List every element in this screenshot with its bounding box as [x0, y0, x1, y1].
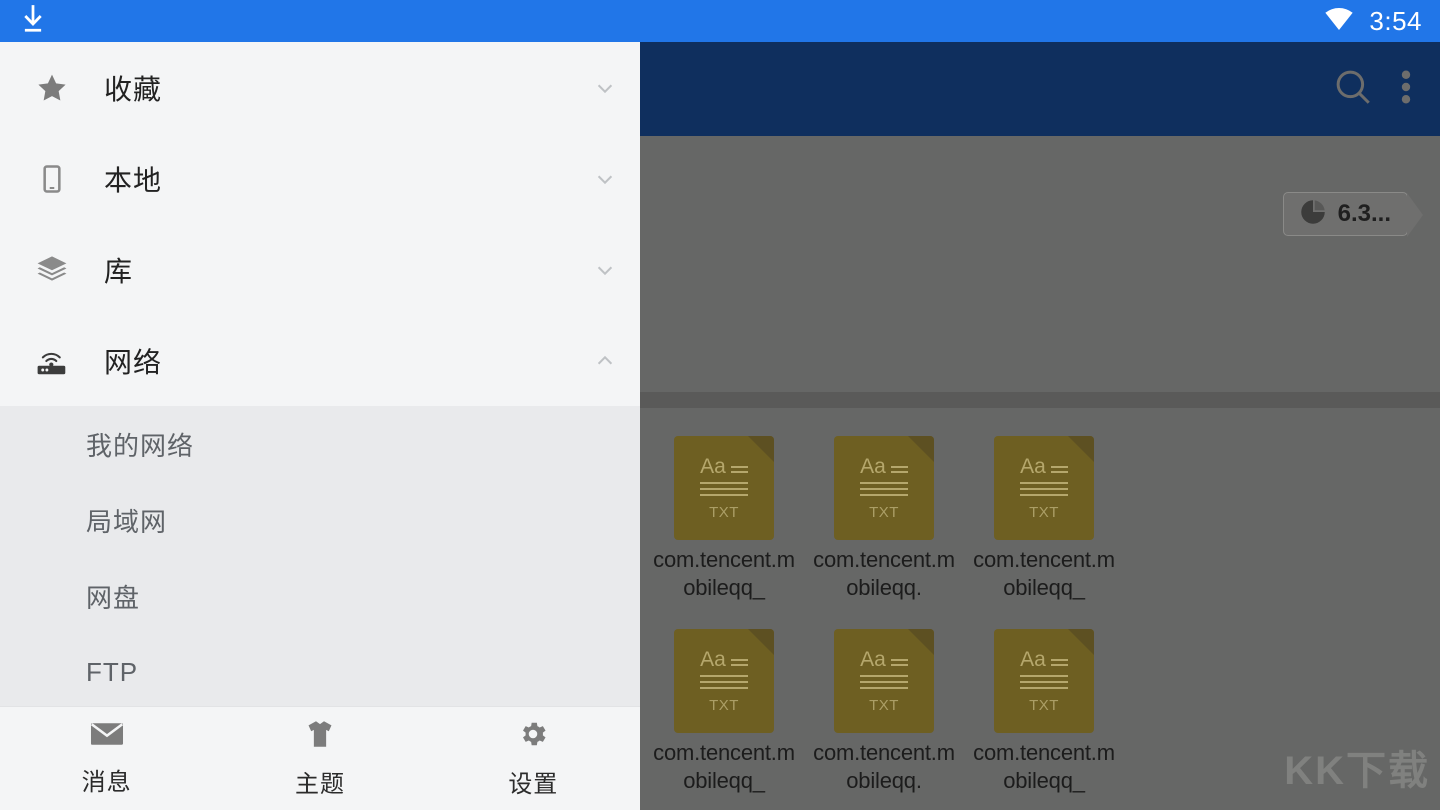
- envelope-icon: [90, 720, 124, 753]
- sidebar-item-favorites[interactable]: 收藏: [0, 42, 640, 133]
- file-name-label: com.tencent.mobileqq_: [653, 740, 795, 794]
- file-extension-label: TXT: [869, 696, 899, 714]
- file-name-label: com.tencent.mobileqq.: [813, 740, 955, 794]
- router-icon: [30, 344, 74, 378]
- file-name-label: com.tencent.mobileqq_: [973, 740, 1115, 794]
- file-name-label: com.tencent.mobileqq_: [653, 547, 795, 601]
- bottom-bar-item-settings[interactable]: 设置: [427, 718, 640, 799]
- file-item[interactable]: AaTXT com.tencent.mobileqq.: [804, 436, 964, 617]
- wifi-icon: [1323, 6, 1355, 37]
- bottom-bar-item-theme[interactable]: 主题: [213, 718, 426, 799]
- sidebar-item-library[interactable]: 库: [0, 224, 640, 315]
- file-extension-label: TXT: [1029, 503, 1059, 521]
- file-item[interactable]: AaTXT com.tencent.mobileqq_: [644, 629, 804, 810]
- txt-file-icon: AaTXT: [674, 436, 774, 540]
- sidebar-item-label: 网络: [104, 346, 163, 378]
- file-extension-label: TXT: [709, 696, 739, 714]
- file-item[interactable]: AaTXT com.tencent.mobileqq_: [964, 436, 1124, 617]
- file-name-label: com.tencent.mobileqq.: [813, 547, 955, 601]
- more-vertical-icon[interactable]: [1400, 66, 1412, 113]
- search-icon[interactable]: [1332, 66, 1374, 113]
- storage-usage-text: 6.3...: [1337, 200, 1391, 227]
- sidebar-item-label: 收藏: [104, 73, 163, 105]
- tshirt-icon: [304, 718, 336, 755]
- drawer-scroll-area[interactable]: 收藏 本地 库 网络 我的网络 局域网 网盘 FTP: [0, 42, 640, 706]
- layers-icon: [30, 253, 74, 287]
- txt-file-icon: AaTXT: [834, 629, 934, 733]
- clock: 3:54: [1369, 5, 1422, 36]
- download-icon: [20, 4, 46, 39]
- bottom-bar-label: 主题: [294, 771, 345, 798]
- file-extension-label: TXT: [869, 503, 899, 521]
- sidebar-subitem[interactable]: 我的网络: [0, 406, 640, 482]
- sidebar-subitem[interactable]: FTP: [0, 634, 640, 706]
- sidebar-item-local[interactable]: 本地: [0, 133, 640, 224]
- chevron-down-icon[interactable]: [592, 168, 618, 190]
- phone-icon: [30, 163, 74, 195]
- file-item[interactable]: AaTXT com.tencent.mobileqq.: [804, 629, 964, 810]
- navigation-drawer: 收藏 本地 库 网络 我的网络 局域网 网盘 FTP 消息 主题 设置: [0, 42, 640, 810]
- chevron-up-icon[interactable]: [592, 350, 618, 372]
- bottom-bar-label: 设置: [508, 771, 559, 798]
- sidebar-subitem[interactable]: 局域网: [0, 482, 640, 558]
- txt-file-icon: AaTXT: [994, 436, 1094, 540]
- txt-file-icon: AaTXT: [834, 436, 934, 540]
- gear-icon: [517, 718, 549, 755]
- chevron-down-icon[interactable]: [592, 259, 618, 281]
- txt-file-icon: AaTXT: [674, 629, 774, 733]
- sidebar-item-label: 本地: [104, 164, 163, 196]
- sidebar-subitem[interactable]: 网盘: [0, 558, 640, 634]
- file-extension-label: TXT: [1029, 696, 1059, 714]
- network-submenu: 我的网络 局域网 网盘 FTP: [0, 406, 640, 706]
- file-name-label: com.tencent.mobileqq_: [973, 547, 1115, 601]
- drawer-bottom-bar: 消息 主题 设置: [0, 706, 640, 810]
- file-item[interactable]: AaTXT com.tencent.mobileqq_: [644, 436, 804, 617]
- txt-file-icon: AaTXT: [994, 629, 1094, 733]
- pie-chart-icon: [1298, 197, 1328, 232]
- sidebar-item-label: 库: [104, 255, 134, 287]
- storage-usage-chip[interactable]: 6.3...: [1282, 192, 1424, 237]
- bottom-bar-label: 消息: [81, 769, 132, 796]
- file-item[interactable]: AaTXT com.tencent.mobileqq_: [964, 629, 1124, 810]
- chevron-down-icon[interactable]: [592, 77, 618, 99]
- star-icon: [30, 71, 74, 105]
- status-bar: 3:54: [0, 0, 1440, 42]
- file-extension-label: TXT: [709, 503, 739, 521]
- bottom-bar-item-messages[interactable]: 消息: [0, 720, 213, 797]
- sidebar-item-network[interactable]: 网络: [0, 315, 640, 406]
